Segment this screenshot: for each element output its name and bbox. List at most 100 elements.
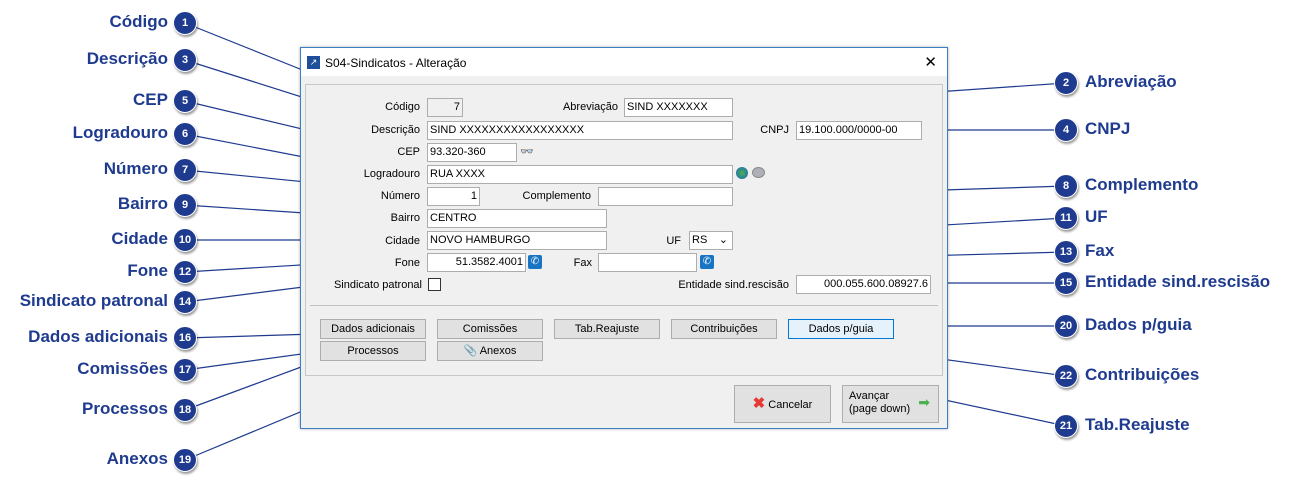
paperclip-icon: 📎 — [463, 345, 478, 357]
callout-number: 4 — [1054, 118, 1078, 142]
descricao-field[interactable]: SIND XXXXXXXXXXXXXXXXX — [427, 121, 733, 140]
avancar-sublabel: (page down) — [849, 403, 911, 415]
avancar-button[interactable]: Avançar (page down) ➡ — [842, 385, 939, 423]
callout-number: 9 — [173, 193, 197, 217]
x-icon: ✖ — [752, 395, 766, 412]
callout-number: 22 — [1054, 364, 1078, 388]
callout-label: Contribuições — [1085, 365, 1200, 384]
abreviacao-label: Abreviação — [562, 101, 618, 113]
fax-field[interactable] — [598, 253, 697, 272]
callout-number: 12 — [173, 260, 197, 284]
callout-label: Dados adicionais — [28, 327, 168, 346]
sindicato-patronal-label: Sindicato patronal — [333, 279, 422, 291]
callout-label: Sindicato patronal — [19, 291, 168, 310]
fax-label: Fax — [573, 257, 592, 269]
tab-reajuste-button[interactable]: Tab.Reajuste — [554, 319, 660, 339]
callout-number: 7 — [173, 158, 197, 182]
codigo-field[interactable]: 7 — [427, 98, 463, 117]
chevron-down-icon: ⌄ — [718, 234, 728, 246]
callout-number: 17 — [173, 358, 197, 382]
callout-number: 21 — [1054, 414, 1078, 438]
complemento-field[interactable] — [598, 187, 733, 206]
binoculars-icon[interactable]: 👓 — [520, 145, 534, 158]
entidade-label: Entidade sind.rescisão — [678, 279, 789, 291]
callout-label: Bairro — [117, 194, 168, 213]
dialog-window: ↗ S04-Sindicatos - Alteração ✕ Código 7 … — [300, 47, 948, 429]
callout-number: 19 — [173, 448, 197, 472]
callout-label: Dados p/guia — [1085, 315, 1192, 334]
bairro-field[interactable]: CENTRO — [427, 209, 607, 228]
callout-label: Descrição — [86, 49, 168, 68]
fone-field[interactable]: 51.3582.4001 — [427, 253, 526, 272]
codigo-label: Código — [385, 101, 420, 113]
map-icon[interactable] — [752, 167, 765, 178]
abreviacao-field[interactable]: SIND XXXXXXX — [624, 98, 733, 117]
sindicato-patronal-checkbox[interactable] — [428, 278, 441, 291]
divider — [310, 305, 938, 306]
callout-number: 15 — [1054, 271, 1078, 295]
callout-number: 8 — [1054, 174, 1078, 198]
logradouro-field[interactable]: RUA XXXX — [427, 165, 733, 184]
fone-label: Fone — [394, 257, 420, 269]
callout-label: CNPJ — [1085, 119, 1131, 138]
callout-label: Fax — [1085, 241, 1115, 260]
comissoes-button[interactable]: Comissões — [437, 319, 543, 339]
callout-number: 2 — [1054, 71, 1078, 95]
callout-label: Complemento — [1085, 175, 1199, 194]
callout-label: CEP — [133, 90, 168, 109]
descricao-label: Descrição — [371, 124, 420, 136]
callout-number: 18 — [173, 398, 197, 422]
complemento-label: Complemento — [522, 190, 591, 202]
cancelar-button[interactable]: ✖ Cancelar — [734, 385, 831, 423]
avancar-label: Avançar — [849, 390, 890, 402]
entidade-field[interactable]: 000.055.600.08927.6 — [796, 275, 931, 294]
callout-label: Logradouro — [72, 123, 168, 142]
callout-label: Fone — [127, 261, 168, 280]
dados-guia-button[interactable]: Dados p/guia — [788, 319, 894, 339]
callout-number: 3 — [173, 48, 197, 72]
callout-number: 20 — [1054, 314, 1078, 338]
callout-number: 5 — [173, 89, 197, 113]
callout-number: 16 — [173, 326, 197, 350]
callout-label: Entidade sind.rescisão — [1085, 272, 1271, 291]
callout-number: 6 — [173, 122, 197, 146]
cnpj-label: CNPJ — [760, 124, 789, 136]
uf-value: RS — [692, 234, 708, 246]
phone-icon[interactable]: ✆ — [528, 255, 542, 269]
callout-label: UF — [1085, 207, 1108, 226]
window-title: S04-Sindicatos - Alteração — [325, 56, 467, 70]
cnpj-field[interactable]: 19.100.000/0000-00 — [796, 121, 922, 140]
callout-number: 10 — [173, 228, 197, 252]
globe-icon[interactable] — [736, 167, 748, 179]
cidade-label: Cidade — [385, 235, 420, 247]
cancelar-label: Cancelar — [768, 399, 813, 411]
processos-button[interactable]: Processos — [320, 341, 426, 361]
app-icon: ↗ — [307, 56, 320, 69]
callout-label: Processos — [82, 399, 168, 418]
cidade-field[interactable]: NOVO HAMBURGO — [427, 231, 607, 250]
callout-label: Código — [109, 12, 168, 31]
title-bar: ↗ S04-Sindicatos - Alteração ✕ — [301, 48, 947, 76]
dados-adicionais-button[interactable]: Dados adicionais — [320, 319, 426, 339]
phone-icon-fax[interactable]: ✆ — [700, 255, 714, 269]
numero-field[interactable]: 1 — [427, 187, 480, 206]
callout-label: Abreviação — [1085, 72, 1177, 91]
callout-number: 13 — [1054, 240, 1078, 264]
numero-label: Número — [380, 190, 420, 202]
cep-label: CEP — [397, 146, 420, 158]
anexos-label: Anexos — [479, 345, 517, 357]
close-button[interactable]: ✕ — [924, 53, 937, 71]
callout-line — [184, 333, 316, 339]
cep-field[interactable]: 93.320-360 — [427, 143, 517, 162]
callout-number: 1 — [173, 11, 197, 35]
callout-number: 14 — [173, 290, 197, 314]
anexos-button[interactable]: 📎 Anexos — [437, 341, 543, 361]
callout-label: Comissões — [77, 359, 168, 378]
callout-label: Tab.Reajuste — [1085, 415, 1190, 434]
callout-label: Cidade — [111, 229, 168, 248]
bairro-label: Bairro — [390, 212, 420, 224]
contribuicoes-button[interactable]: Contribuições — [671, 319, 777, 339]
logradouro-label: Logradouro — [363, 168, 420, 180]
arrow-right-icon: ➡ — [918, 394, 930, 410]
uf-select[interactable]: RS ⌄ — [689, 231, 733, 250]
